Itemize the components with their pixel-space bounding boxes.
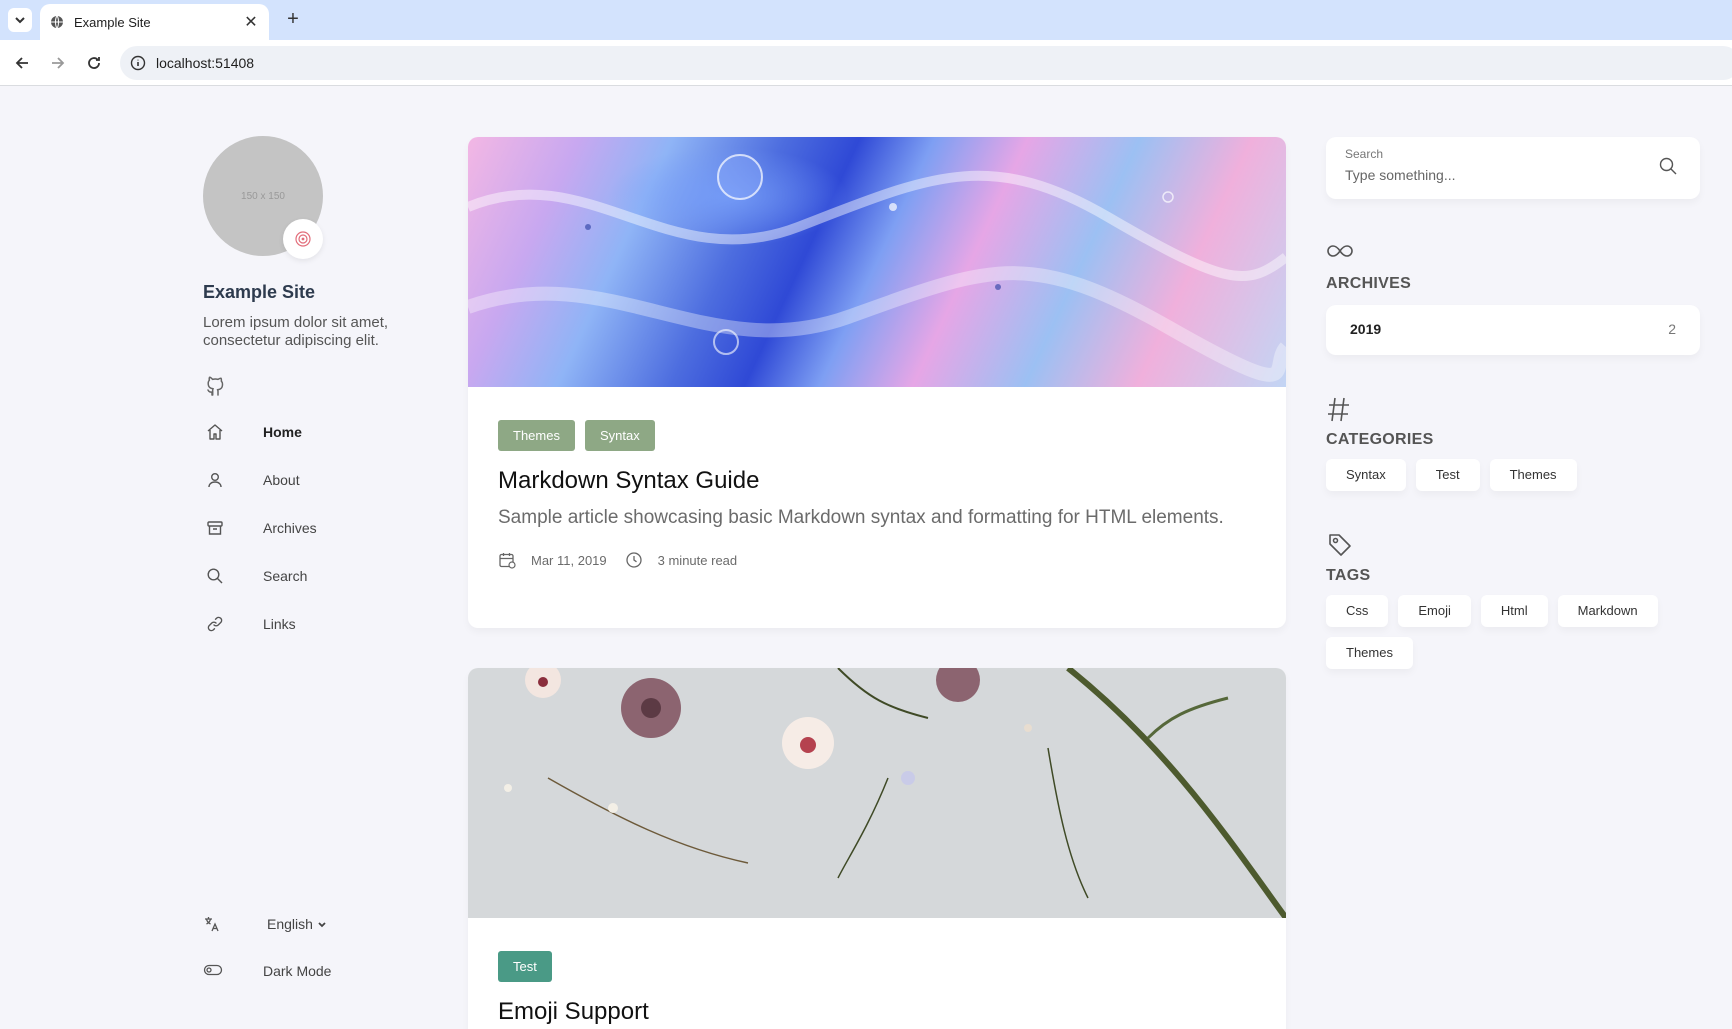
toggle-icon: [203, 964, 223, 976]
archive-year: 2019: [1350, 321, 1382, 337]
forward-button[interactable]: [46, 51, 70, 75]
hash-icon: [1326, 395, 1352, 428]
menu-item-home[interactable]: Home: [203, 420, 433, 444]
article-meta: Mar 11, 2019 3 minute read: [498, 551, 1256, 569]
dark-mode-label: Dark Mode: [263, 963, 332, 979]
category-tag-syntax[interactable]: Syntax: [584, 420, 655, 451]
translate-icon: [205, 917, 219, 932]
globe-icon: [51, 15, 63, 29]
tab-title: Example Site: [74, 14, 151, 30]
archive-year-row[interactable]: 2019 2: [1326, 305, 1700, 355]
search-widget: Search: [1326, 137, 1700, 199]
category-chip[interactable]: Themes: [1489, 459, 1577, 491]
search-icon: [207, 568, 223, 584]
tag-chip[interactable]: Html: [1480, 595, 1548, 627]
menu-item-search[interactable]: Search: [203, 564, 433, 588]
menu-label-search: Search: [263, 568, 308, 584]
avatar-placeholder-text: 150 x 150: [241, 190, 285, 202]
menu-label-about: About: [263, 472, 300, 488]
category-chip[interactable]: Syntax: [1326, 459, 1406, 491]
clock-icon: [625, 552, 642, 568]
site-name[interactable]: Example Site: [203, 282, 315, 303]
link-icon: [207, 616, 223, 632]
chevron-down-icon: [318, 922, 326, 928]
categories-list: Syntax Test Themes: [1326, 459, 1700, 491]
browser-tab[interactable]: Example Site ✕: [40, 4, 269, 40]
article-title[interactable]: Emoji Support: [498, 998, 1256, 1026]
arrow-left-icon: [15, 57, 28, 69]
category-chip[interactable]: Test: [1415, 459, 1480, 491]
article-description: Sample article showcasing basic Markdown…: [498, 507, 1224, 528]
back-button[interactable]: [10, 51, 34, 75]
search-icon: [1659, 157, 1677, 175]
avatar-emoji: [283, 219, 323, 259]
tab-search-button[interactable]: [8, 8, 32, 32]
menu-label-links: Links: [263, 616, 296, 632]
site-description: Lorem ipsum dolor sit amet, consectetur …: [203, 314, 389, 349]
search-submit-button[interactable]: [1658, 156, 1678, 181]
search-input[interactable]: [1345, 167, 1645, 183]
browser-toolbar: localhost:51408: [0, 40, 1732, 86]
flowers-illustration: [504, 668, 1286, 918]
calendar-icon: [499, 553, 516, 569]
article-categories: Test: [498, 951, 1256, 982]
language-label: English: [267, 916, 327, 932]
tags-list: Css Emoji Html Markdown Themes: [1326, 595, 1700, 669]
menu-item-links[interactable]: Links: [203, 612, 433, 636]
language-selector[interactable]: English: [203, 915, 326, 933]
article-read-time: 3 minute read: [657, 552, 738, 568]
tag-icon: [1326, 531, 1354, 564]
marble-texture: [468, 154, 1286, 382]
tag-chip[interactable]: Themes: [1326, 637, 1413, 669]
tags-widget-title: TAGS: [1326, 567, 1371, 584]
article-cover-image[interactable]: [468, 137, 1286, 387]
archive-count: 2: [1668, 321, 1676, 337]
tag-chip[interactable]: Markdown: [1557, 595, 1658, 627]
home-icon: [207, 424, 223, 440]
article-card: Test Emoji Support: [468, 668, 1286, 1029]
spiral-icon: [295, 231, 311, 247]
address-bar[interactable]: localhost:51408: [120, 46, 1732, 80]
new-tab-button[interactable]: +: [281, 8, 305, 32]
menu-item-about[interactable]: About: [203, 468, 433, 492]
categories-widget-title: CATEGORIES: [1326, 431, 1434, 448]
infinity-icon: [1326, 241, 1354, 266]
archives-widget-title: ARCHIVES: [1326, 275, 1412, 292]
category-tag-themes[interactable]: Themes: [498, 420, 575, 451]
reload-icon: [88, 57, 100, 69]
article-title[interactable]: Markdown Syntax Guide: [498, 467, 1256, 495]
browser-tab-bar: Example Site ✕ +: [0, 0, 1732, 40]
archive-icon: [207, 521, 223, 535]
article-date: Mar 11, 2019: [531, 552, 607, 568]
menu-item-archives[interactable]: Archives: [203, 516, 433, 540]
article-categories: Themes Syntax: [498, 420, 1256, 451]
article-cover-image[interactable]: [468, 668, 1286, 918]
chevron-down-icon: [15, 17, 25, 24]
menu-label-archives: Archives: [263, 520, 317, 536]
arrow-right-icon: [52, 57, 65, 69]
tag-chip[interactable]: Emoji: [1398, 595, 1471, 627]
reload-button[interactable]: [82, 51, 106, 75]
github-link[interactable]: [205, 375, 225, 402]
category-tag-test[interactable]: Test: [498, 951, 552, 982]
dark-mode-toggle[interactable]: Dark Mode: [203, 961, 331, 984]
search-label: Search: [1345, 147, 1384, 161]
user-icon: [208, 473, 222, 488]
tag-chip[interactable]: Css: [1326, 595, 1389, 627]
github-icon: [207, 376, 224, 396]
url-text: localhost:51408: [156, 55, 255, 71]
info-icon: [130, 55, 146, 71]
article-card: Themes Syntax Markdown Syntax Guide Samp…: [468, 137, 1286, 628]
close-tab-icon[interactable]: ✕: [243, 12, 259, 32]
menu-label-home: Home: [263, 424, 302, 440]
